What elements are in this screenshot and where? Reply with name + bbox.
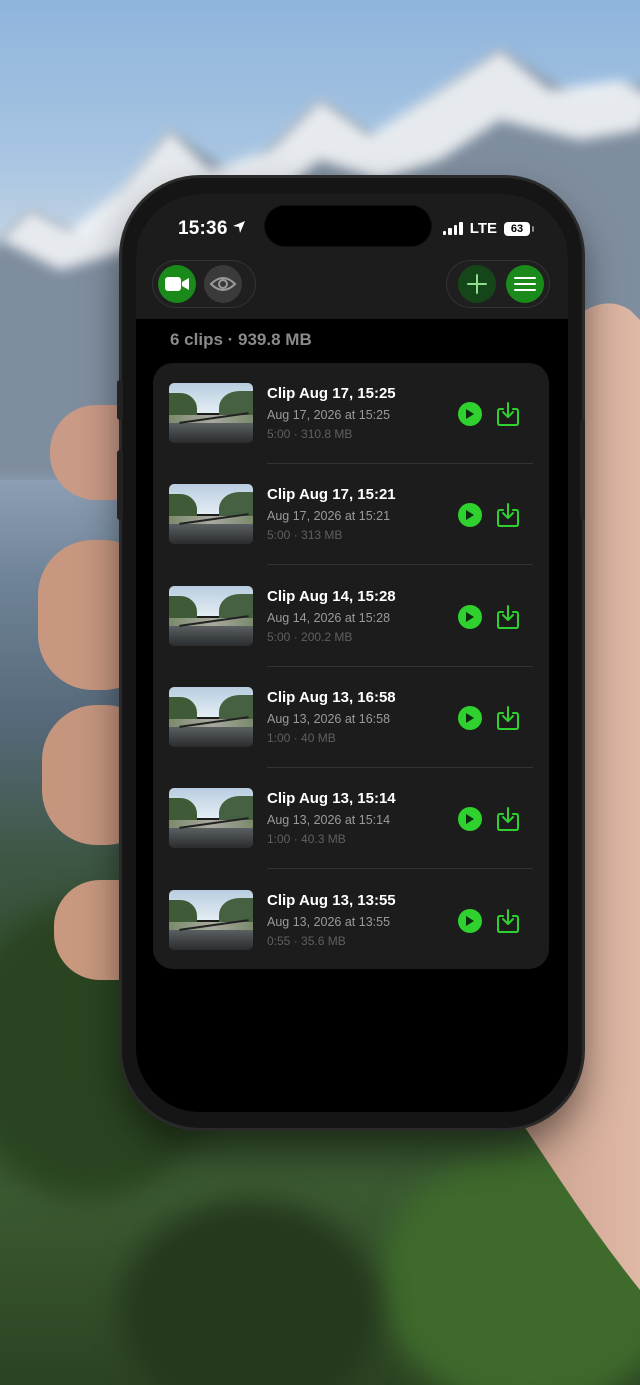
clip-date: Aug 13, 2026 at 15:14 <box>267 813 391 828</box>
clip-title: Clip Aug 13, 16:58 <box>267 688 396 706</box>
clip-row[interactable]: Clip Aug 13, 15:14 Aug 13, 2026 at 15:14… <box>153 768 549 870</box>
download-icon[interactable] <box>496 908 520 934</box>
menu-button[interactable] <box>506 265 544 303</box>
clip-title: Clip Aug 13, 13:55 <box>267 891 396 909</box>
clip-row[interactable]: Clip Aug 13, 16:58 Aug 13, 2026 at 16:58… <box>153 667 549 768</box>
play-button[interactable] <box>458 908 482 933</box>
action-buttons <box>446 260 550 308</box>
battery-icon: 63 <box>504 221 534 236</box>
cellular-signal-icon <box>442 222 463 235</box>
clip-thumbnail[interactable] <box>169 788 253 849</box>
clip-duration-size: 5:00 · 313 MB <box>267 528 343 543</box>
play-icon <box>466 409 474 419</box>
clip-date: Aug 17, 2026 at 15:25 <box>267 408 391 422</box>
download-icon[interactable] <box>496 705 520 731</box>
plus-icon <box>467 274 487 294</box>
clip-duration-size: 5:00 · 200.2 MB <box>267 629 353 644</box>
clip-date: Aug 13, 2026 at 13:55 <box>267 914 391 929</box>
status-indicators: LTE 63 <box>442 220 534 237</box>
clip-row[interactable]: Clip Aug 17, 15:21 Aug 17, 2026 at 15:21… <box>153 464 549 566</box>
clip-title: Clip Aug 17, 15:25 <box>267 385 396 402</box>
clip-duration-size: 0:55 · 35.6 MB <box>267 933 346 948</box>
phone-side-button <box>117 380 123 420</box>
clip-thumbnail[interactable] <box>169 686 253 747</box>
clip-title: Clip Aug 13, 15:14 <box>267 790 396 808</box>
location-arrow-icon <box>233 221 245 233</box>
download-icon[interactable] <box>496 502 520 528</box>
clips-summary: 6 clips · 939.8 MB <box>170 330 312 349</box>
clip-duration-size: 1:00 · 40.3 MB <box>267 832 346 847</box>
clip-thumbnail[interactable] <box>169 383 253 443</box>
clip-thumbnail[interactable] <box>169 585 253 646</box>
video-camera-icon <box>165 277 189 291</box>
dynamic-island <box>264 205 432 247</box>
download-icon[interactable] <box>496 806 520 832</box>
download-icon[interactable] <box>496 401 520 427</box>
clip-thumbnail[interactable] <box>169 484 253 545</box>
phone-screen: 15:36 LTE 63 6 clips · 939.8 MB Clip Aug… <box>136 194 568 1112</box>
phone-side-button <box>580 420 585 520</box>
eye-icon <box>209 277 237 291</box>
view-mode-button[interactable] <box>204 265 242 303</box>
clip-title: Clip Aug 14, 15:28 <box>267 587 396 605</box>
clip-list: Clip Aug 17, 15:25 Aug 17, 2026 at 15:25… <box>153 363 549 969</box>
play-icon <box>466 611 474 622</box>
download-icon[interactable] <box>496 604 520 630</box>
clip-row[interactable]: Clip Aug 14, 15:28 Aug 14, 2026 at 15:28… <box>153 566 549 667</box>
clip-thumbnail[interactable] <box>169 889 253 950</box>
play-button[interactable] <box>458 604 482 629</box>
record-mode-button[interactable] <box>158 265 196 303</box>
menu-icon <box>514 277 536 291</box>
play-button[interactable] <box>458 807 482 832</box>
mode-switcher <box>152 260 256 308</box>
phone-side-button <box>117 450 123 520</box>
clip-row[interactable]: Clip Aug 17, 15:25 Aug 17, 2026 at 15:25… <box>153 363 549 464</box>
play-icon <box>466 814 474 825</box>
play-button[interactable] <box>458 503 482 528</box>
play-button[interactable] <box>458 402 482 426</box>
clip-duration-size: 5:00 · 310.8 MB <box>267 427 353 441</box>
clip-duration-size: 1:00 · 40 MB <box>267 730 336 745</box>
clip-date: Aug 14, 2026 at 15:28 <box>267 610 391 625</box>
network-type: LTE <box>469 220 497 237</box>
clip-date: Aug 13, 2026 at 16:58 <box>267 711 391 726</box>
clip-title: Clip Aug 17, 15:21 <box>267 486 396 504</box>
play-icon <box>466 712 474 723</box>
play-button[interactable] <box>458 705 482 730</box>
status-time: 15:36 <box>178 218 228 239</box>
clip-date: Aug 17, 2026 at 15:21 <box>267 509 391 524</box>
play-icon <box>466 915 474 926</box>
add-button[interactable] <box>458 265 496 303</box>
clip-row[interactable]: Clip Aug 13, 13:55 Aug 13, 2026 at 13:55… <box>153 870 549 971</box>
play-icon <box>466 510 474 521</box>
